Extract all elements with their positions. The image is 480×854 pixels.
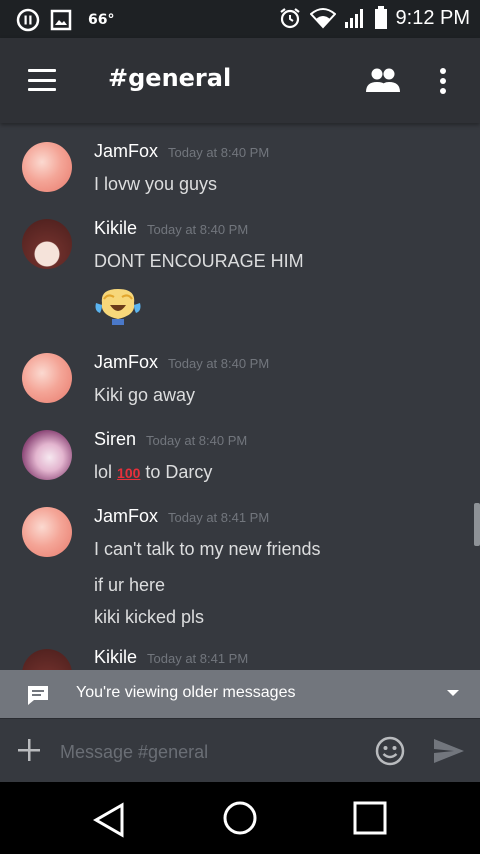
message-timestamp: Today at 8:41 PM xyxy=(147,651,249,666)
message-text: lol 100 to Darcy xyxy=(94,462,212,483)
message-timestamp: Today at 8:41 PM xyxy=(168,510,270,525)
emoji-picker-icon[interactable] xyxy=(374,735,406,767)
image-icon xyxy=(50,9,72,31)
author-name: Siren xyxy=(94,429,137,449)
message-author[interactable]: Kikile Today at 8:41 PM xyxy=(94,647,248,668)
channel-title: #general xyxy=(108,64,232,92)
message-list[interactable]: JamFox Today at 8:40 PM I lovw you guys K… xyxy=(0,123,480,670)
avatar[interactable] xyxy=(22,649,72,670)
message-timestamp: Today at 8:40 PM xyxy=(168,145,270,160)
avatar[interactable] xyxy=(22,507,72,557)
message-text: if ur here xyxy=(94,575,166,595)
back-icon[interactable] xyxy=(92,802,126,838)
author-name: JamFox xyxy=(94,506,159,526)
home-icon[interactable] xyxy=(222,800,258,836)
message-text: I can't talk to my new friends xyxy=(94,539,321,559)
hundred-points-emoji-icon: 100 xyxy=(117,465,141,481)
older-messages-text: You're viewing older messages xyxy=(76,684,296,701)
message-timestamp: Today at 8:40 PM xyxy=(146,433,248,448)
message-author[interactable]: Siren Today at 8:40 PM xyxy=(94,429,247,450)
message-author[interactable]: JamFox Today at 8:40 PM xyxy=(94,352,269,373)
message-author[interactable]: Kikile Today at 8:40 PM xyxy=(94,218,248,239)
message-author[interactable]: JamFox Today at 8:40 PM xyxy=(94,141,269,162)
message-text: DONT ENCOURAGE HIM xyxy=(94,251,304,271)
avatar[interactable] xyxy=(22,219,72,269)
system-nav-bar xyxy=(0,782,480,854)
hamburger-menu-icon[interactable] xyxy=(28,69,56,91)
message-text: I lovw you guys xyxy=(94,174,218,194)
send-icon[interactable] xyxy=(432,737,466,765)
temperature: 66° xyxy=(88,12,115,28)
message-composer xyxy=(0,718,480,783)
author-name: Kikile xyxy=(94,218,138,238)
older-messages-banner[interactable]: You're viewing older messages xyxy=(0,670,480,718)
avatar[interactable] xyxy=(22,430,72,480)
message-text-part: to Darcy xyxy=(145,462,213,482)
message-timestamp: Today at 8:40 PM xyxy=(168,356,270,371)
author-name: Kikile xyxy=(94,647,138,667)
members-icon[interactable] xyxy=(365,66,401,94)
crying-laughing-emoji-icon xyxy=(95,289,141,325)
message-author[interactable]: JamFox Today at 8:41 PM xyxy=(94,506,269,527)
message-timestamp: Today at 8:40 PM xyxy=(147,222,249,237)
message-text: Kiki go away xyxy=(94,385,196,405)
author-name: JamFox xyxy=(94,352,159,372)
status-bar: 66° 9:12 PM xyxy=(0,0,480,38)
wifi-icon xyxy=(309,8,336,29)
overflow-menu-icon[interactable] xyxy=(438,67,448,95)
chat-bubble-icon xyxy=(28,686,48,705)
avatar[interactable] xyxy=(22,353,72,403)
pause-icon xyxy=(16,8,40,32)
avatar[interactable] xyxy=(22,142,72,192)
clock: 9:12 PM xyxy=(395,6,470,29)
battery-icon xyxy=(374,6,387,29)
message-text: kiki kicked pls xyxy=(94,607,205,627)
signal-icon xyxy=(344,9,363,28)
add-attachment-icon[interactable] xyxy=(16,737,42,763)
app-bar: #general xyxy=(0,38,480,123)
jump-down-icon[interactable] xyxy=(447,690,459,696)
message-input[interactable] xyxy=(58,735,362,769)
scrollbar-thumb[interactable] xyxy=(474,503,480,546)
author-name: JamFox xyxy=(94,141,159,161)
alarm-icon xyxy=(279,8,300,29)
recent-apps-icon[interactable] xyxy=(352,800,388,836)
message-text-part: lol xyxy=(94,462,113,482)
